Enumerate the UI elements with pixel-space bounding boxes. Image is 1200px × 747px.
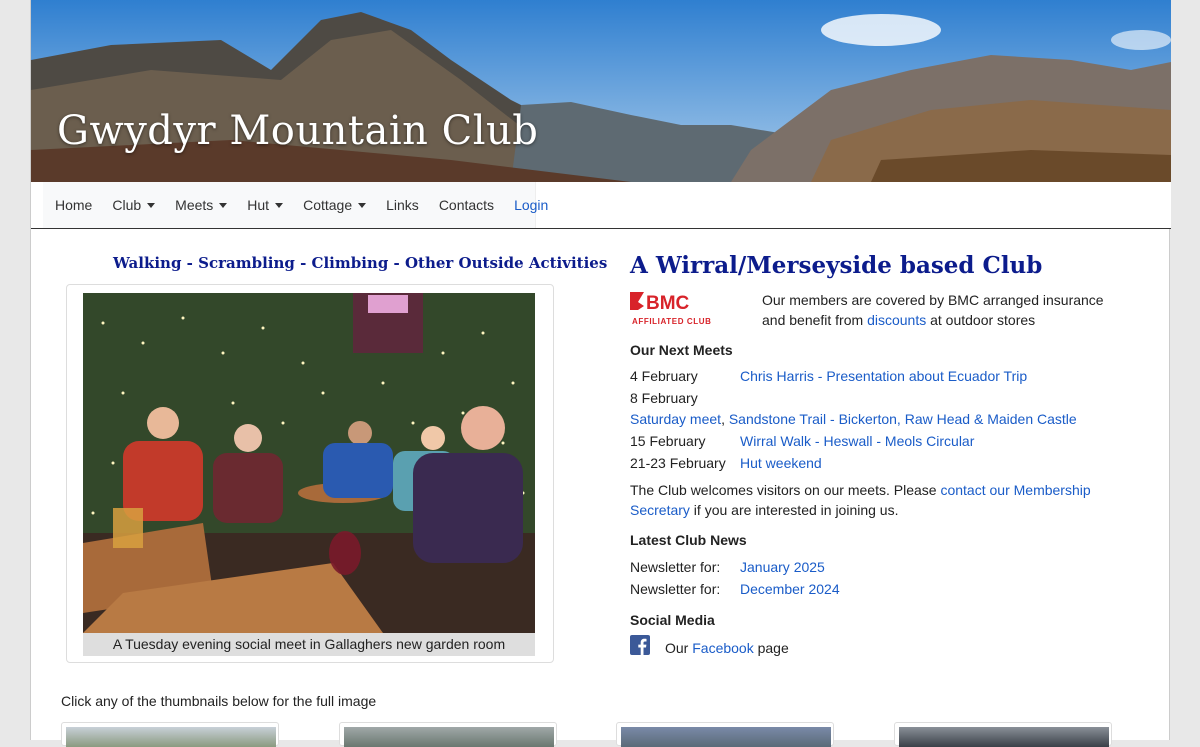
meet-date: 21-23 February: [630, 455, 726, 471]
nav-item-hut[interactable]: Hut: [235, 182, 291, 228]
nav-item-label: Club: [112, 197, 142, 213]
social-meet-photo: [83, 293, 535, 633]
saturday-separator: ,: [721, 411, 729, 427]
caret-down-icon: [147, 202, 156, 208]
thumbnail-image: [621, 727, 831, 747]
meet-row: 15 February Wirral Walk - Heswall - Meols…: [630, 433, 974, 449]
header-banner: Gwydyr Mountain Club: [31, 0, 1171, 182]
discounts-link[interactable]: discounts: [867, 312, 926, 328]
activities-tagline: Walking - Scrambling - Climbing - Other …: [113, 254, 608, 272]
nav-item-label: Hut: [247, 197, 270, 213]
saturday-meet-row: Saturday meet, Sandstone Trail - Bickert…: [630, 411, 1077, 427]
bmc-insurance-text: Our members are covered by BMC arranged …: [762, 290, 1112, 330]
social-media-heading: Social Media: [630, 612, 715, 628]
caret-down-icon: [219, 202, 228, 208]
thumbnails-instruction: Click any of the thumbnails below for th…: [61, 693, 377, 709]
thumbnail-image: [899, 727, 1109, 747]
sandstone-trail-link[interactable]: Sandstone Trail - Bickerton, Raw Head & …: [729, 411, 1077, 427]
nav-item-login[interactable]: Login: [502, 182, 556, 228]
nav-item-label: Cottage: [303, 197, 353, 213]
featured-photo-card: A Tuesday evening social meet in Gallagh…: [66, 284, 554, 663]
bmc-logo-icon: BMC AFFILIATED CLUB: [630, 292, 712, 326]
newsletter-row: Newsletter for: December 2024: [630, 581, 840, 597]
gallery-thumbnail[interactable]: [339, 722, 557, 747]
newsletter-label: Newsletter for:: [630, 559, 721, 575]
featured-photo[interactable]: [83, 293, 535, 633]
gallery-thumbnail[interactable]: [61, 722, 279, 747]
facebook-icon[interactable]: [630, 635, 650, 655]
meet-date: 4 February: [630, 368, 698, 384]
nav-list: Home Club Meets Hut Cottage Links Contacts Logi…: [43, 182, 548, 228]
meet-row: 21-23 February Hut weekend: [630, 455, 822, 471]
thumbnail-image: [344, 727, 554, 747]
svg-text:AFFILIATED CLUB: AFFILIATED CLUB: [632, 317, 712, 326]
newsletter-link[interactable]: January 2025: [740, 559, 825, 575]
bmc-text-after: at outdoor stores: [926, 312, 1036, 328]
caret-down-icon: [358, 202, 367, 208]
meet-row: 4 February Chris Harris - Presentation ab…: [630, 368, 1027, 384]
site-title: Gwydyr Mountain Club: [57, 108, 539, 154]
nav-item-label: Login: [514, 197, 549, 213]
gallery-thumbnail[interactable]: [894, 722, 1112, 747]
nav-item-links[interactable]: Links: [374, 182, 427, 228]
club-news-heading: Latest Club News: [630, 532, 747, 548]
meet-date: 15 February: [630, 433, 706, 449]
club-location-heading: A Wirral/Merseyside based Club: [630, 252, 1043, 279]
facebook-text-after: page: [753, 640, 789, 656]
facebook-link[interactable]: Facebook: [692, 640, 753, 656]
thumbnail-image: [66, 727, 276, 747]
nav-item-home[interactable]: Home: [43, 182, 100, 228]
caret-down-icon: [275, 202, 284, 208]
meet-link[interactable]: Hut weekend: [740, 455, 822, 471]
mountain-landscape-image: [31, 0, 1171, 182]
visitors-text: The Club welcomes visitors on our meets.…: [630, 480, 1100, 520]
svg-text:BMC: BMC: [646, 293, 690, 314]
page-container: Gwydyr Mountain Club Home Club Meets Hut Cot…: [30, 0, 1171, 747]
newsletter-row: Newsletter for: January 2025: [630, 559, 825, 575]
visitors-text-after: if you are interested in joining us.: [689, 502, 899, 518]
meet-link[interactable]: Chris Harris - Presentation about Ecuado…: [740, 368, 1027, 384]
meet-row: 8 February: [630, 390, 740, 406]
photo-caption: A Tuesday evening social meet in Gallagh…: [83, 633, 535, 656]
nav-item-cottage[interactable]: Cottage: [291, 182, 374, 228]
meet-link[interactable]: Wirral Walk - Heswall - Meols Circular: [740, 433, 974, 449]
nav-item-club[interactable]: Club: [100, 182, 163, 228]
nav-item-label: Meets: [175, 197, 214, 213]
facebook-text-before: Our: [665, 640, 693, 656]
visitors-text-before: The Club welcomes visitors on our meets.…: [630, 482, 941, 498]
main-navbar: Home Club Meets Hut Cottage Links Contacts Logi…: [31, 182, 1171, 229]
nav-item-label: Links: [386, 197, 419, 213]
meet-date: 8 February: [630, 390, 698, 406]
nav-item-label: Contacts: [438, 197, 495, 213]
nav-item-label: Home: [55, 197, 93, 213]
facebook-text: Our Facebook page: [665, 640, 789, 656]
bmc-affiliated-logo[interactable]: BMC AFFILIATED CLUB: [630, 292, 726, 328]
next-meets-heading: Our Next Meets: [630, 342, 733, 358]
gallery-thumbnail[interactable]: [616, 722, 834, 747]
newsletter-link[interactable]: December 2024: [740, 581, 840, 597]
nav-item-meets[interactable]: Meets: [163, 182, 235, 228]
newsletter-label: Newsletter for:: [630, 581, 721, 597]
saturday-meet-link[interactable]: Saturday meet: [630, 411, 721, 427]
nav-item-contacts[interactable]: Contacts: [427, 182, 502, 228]
